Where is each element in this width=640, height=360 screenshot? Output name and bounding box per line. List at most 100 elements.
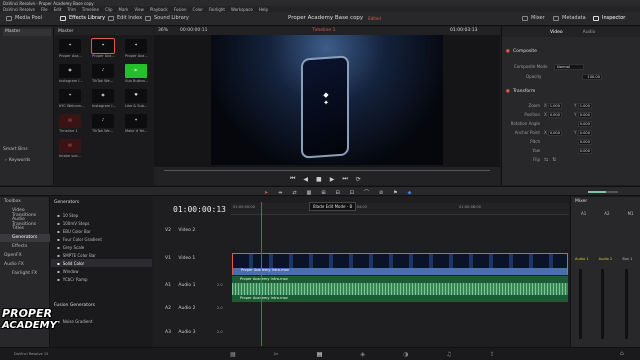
overwrite-icon[interactable]: ⊟ [336,190,340,196]
generator-item[interactable]: ▪ Window [51,267,152,275]
edit-index-button[interactable]: Edit Index [108,15,142,21]
replace-icon[interactable]: ⊡ [350,190,354,196]
playhead[interactable] [261,202,262,346]
menu-item[interactable]: View [134,7,144,12]
anchor-y[interactable]: 0.000 [578,129,592,136]
track-header-v2[interactable]: V2 Video 2 [161,228,231,233]
trim-tool-icon[interactable]: ⇹ [278,190,282,196]
menu-item[interactable]: Workspace [231,7,253,12]
generator-item[interactable]: ▪ 100mV Steps [51,219,152,227]
generator-item[interactable]: ▪ SMPTE Color Bar [51,251,152,259]
menu-item[interactable]: Playback [150,7,168,12]
scrubber-bar[interactable] [164,170,490,171]
loop-icon[interactable]: ⟳ [356,176,361,183]
marker-icon[interactable]: ◆ [408,190,412,196]
link-icon[interactable]: ⊘ [379,190,383,196]
generator-item[interactable]: ▪ Solid Color [51,259,152,267]
deliver-page-icon[interactable]: ⇪ [490,351,495,358]
metadata-button[interactable]: Metadata [553,15,586,21]
rotation-value[interactable]: 0.000 [578,120,592,127]
menu-item[interactable]: Mark [119,7,129,12]
edit-page-icon[interactable]: ▤ [317,351,323,358]
selection-tool-icon[interactable]: ➤ [264,190,268,196]
sound-library-button[interactable]: Sound Library [145,15,189,21]
pitch-value[interactable]: 0.000 [578,138,592,145]
bin-master[interactable]: Master [3,29,51,36]
position-y[interactable]: 0.000 [578,111,592,118]
play-icon[interactable]: ▶ [330,176,335,183]
keywords-bin[interactable]: › Keywords [5,158,30,163]
menu-item[interactable]: Edit [54,7,62,12]
position-x[interactable]: 0.000 [548,111,562,118]
media-page-icon[interactable]: ▦ [230,351,236,358]
clip-thumbnail[interactable]: ✦ Proper Aca... [125,39,155,61]
tree-item-effects[interactable]: Effects [12,244,27,249]
tree-item-titles[interactable]: Titles [12,226,24,231]
inspector-button[interactable]: Inspector [593,15,625,21]
track-header-a3[interactable]: A3 Audio 3 2.0 [161,330,231,335]
reverse-icon[interactable]: ◀ [303,176,308,183]
tree-item-toolbox[interactable]: Toolbox [4,199,21,204]
fader-a2[interactable] [601,269,604,339]
menu-item[interactable]: Clip [105,7,113,12]
zoom-level[interactable]: 36% [158,28,168,33]
track-header-v1[interactable]: V1 Video 1 [161,256,231,261]
tab-video[interactable]: Video [550,30,563,35]
menu-item[interactable]: DaVinci Resolve [3,7,35,12]
snapping-icon[interactable]: ⌒ [364,189,369,196]
zoom-y[interactable]: 1.000 [578,102,592,109]
clip-thumbnail[interactable]: ▶ Sub Button... [125,64,155,86]
anchor-x[interactable]: 0.000 [548,129,562,136]
fairlight-page-icon[interactable]: ♫ [446,351,451,358]
effects-library-button[interactable]: Effects Library [60,15,105,21]
jump-end-icon[interactable]: ⏭ [342,175,347,183]
flip-horizontal-icon[interactable]: ⇆ [544,157,548,163]
color-page-icon[interactable]: ◑ [403,351,408,358]
tree-item-audio-fx[interactable]: Audio FX [4,262,24,267]
generator-item[interactable]: ▪ YCbCr Ramp [51,275,152,283]
menu-item[interactable]: File [41,7,48,12]
transform-header[interactable]: ● Transform [506,89,535,94]
menu-item[interactable]: Fairlight [209,7,225,12]
composite-mode-select[interactable]: Normal [554,63,584,70]
tab-audio[interactable]: Audio [583,30,596,35]
flip-vertical-icon[interactable]: ⇅ [552,157,556,163]
menu-item[interactable]: Color [193,7,203,12]
dynamic-trim-icon[interactable]: ⇄ [292,190,296,196]
clip-thumbnail[interactable]: ◉ Instagram I... [92,89,122,111]
clip-thumbnail[interactable]: ▤ Intake sub... [59,139,89,161]
flag-icon[interactable]: ⚑ [393,190,397,196]
clip-thumbnail[interactable]: ▤ Timeline 1 [59,114,89,136]
blade-tool-icon[interactable]: ▥ [307,190,312,196]
jump-start-icon[interactable]: ⏮ [290,175,295,183]
fusion-page-icon[interactable]: ◈ [360,351,365,358]
media-pool-button[interactable]: Media Pool [6,15,42,21]
track-header-a1[interactable]: A1 Audio 1 2.0 [161,283,231,288]
clip-thumbnail[interactable]: ✦ Make it Yel... [125,114,155,136]
yaw-value[interactable]: 0.000 [578,147,592,154]
menu-item[interactable]: Help [259,7,268,12]
clip-thumbnail[interactable]: ✦ KYC Welcom... [59,89,89,111]
menu-item[interactable]: Trim [67,7,76,12]
clip-thumbnail[interactable]: ♥ Like & Sub... [125,89,155,111]
generator-item[interactable]: ▪ Noise Gradient [51,317,152,325]
mixer-button[interactable]: Mixer [522,15,545,21]
generator-item[interactable]: ▪ Four Color Gradient [51,235,152,243]
track-header-a2[interactable]: A2 Audio 2 2.0 [161,306,231,311]
home-icon[interactable]: ⌂ [620,350,624,357]
volume-slider[interactable] [588,191,618,193]
stop-icon[interactable]: ■ [316,176,322,183]
tree-item-generators[interactable]: Generators [0,234,50,242]
tree-item-fairlight-fx[interactable]: Fairlight FX [12,271,37,276]
clip-thumbnail[interactable]: ✦ Proper Aca... [59,39,89,61]
clip-thumbnail[interactable]: ◉ Instagram I... [59,64,89,86]
timeline-ruler[interactable]: 01:00:00:00 01:00:04:00 01:00:08:00 [231,203,569,215]
cut-page-icon[interactable]: ✂ [274,351,279,358]
menu-item[interactable]: Fusion [174,7,187,12]
opacity-value[interactable]: 100.00 [582,73,602,80]
generator-item[interactable]: ▪ 10 Step [51,211,152,219]
video-clip[interactable]: Proper Academy Intro.mov [232,253,568,275]
generator-item[interactable]: ▪ EBU Color Bar [51,227,152,235]
clip-thumbnail[interactable]: ♪ TikTok We... [92,114,122,136]
fader-a1[interactable] [579,269,582,339]
